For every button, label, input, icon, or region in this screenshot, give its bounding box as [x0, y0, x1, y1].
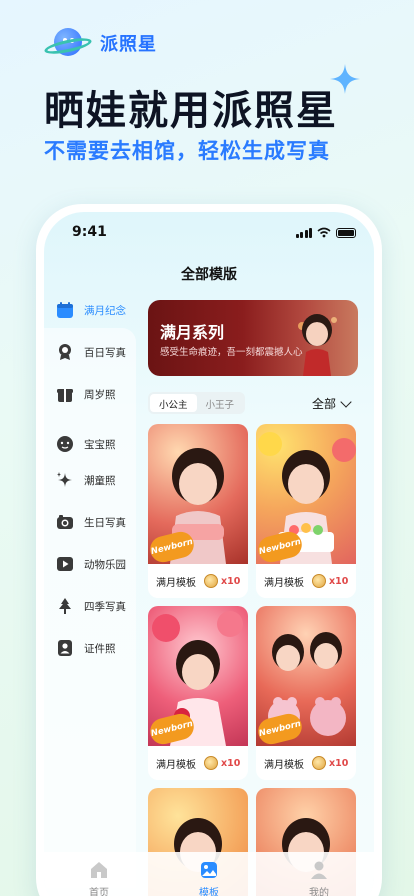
- app-screen: 9:41 全部模版 满月纪念 百日写真 周岁照 宝宝照 潮童照 生日写真 动物乐…: [44, 212, 374, 896]
- tab-label: 我的: [309, 888, 329, 896]
- coin-icon: [204, 756, 218, 770]
- coin-icon: [312, 574, 326, 588]
- tab-label: 模板: [199, 888, 219, 896]
- category-sidebar: 满月纪念 百日写真 周岁照 宝宝照 潮童照 生日写真 动物乐园 四季写真 证件照: [44, 292, 140, 896]
- banner-child-photo: [298, 314, 337, 376]
- sidebar-item-label: 周岁照: [84, 388, 116, 401]
- template-price: x10: [329, 575, 349, 587]
- status-time: 9:41: [72, 224, 107, 240]
- planet-logo-icon: [43, 26, 93, 60]
- sidebar-item-trendy-kids[interactable]: 潮童照: [56, 468, 116, 492]
- template-price: x10: [221, 575, 241, 587]
- template-name: 满月模板: [264, 759, 304, 771]
- template-price: x10: [329, 757, 349, 769]
- tree-icon: [56, 597, 74, 615]
- sparkle-icon: [56, 471, 74, 489]
- banner-subtitle: 感受生命痕迹，吾一刻都震撼人心: [160, 347, 303, 358]
- gift-icon: [56, 385, 74, 403]
- template-photo: Newborn: [148, 606, 248, 747]
- coin-icon: [204, 574, 218, 588]
- chevron-down-icon: [340, 395, 352, 408]
- sidebar-item-first-birthday[interactable]: 周岁照: [56, 382, 116, 406]
- sidebar-item-label: 证件照: [84, 642, 116, 655]
- template-card[interactable]: Newborn 满月模板 x10: [256, 606, 356, 780]
- template-photo: Newborn: [148, 424, 248, 565]
- template-card[interactable]: Newborn 满月模板 x10: [148, 606, 248, 780]
- calendar-icon: [56, 301, 74, 319]
- series-banner[interactable]: 满月系列 感受生命痕迹，吾一刻都震撼人心: [148, 300, 358, 376]
- sidebar-item-id-photo[interactable]: 证件照: [56, 636, 116, 660]
- template-name: 满月模板: [156, 577, 196, 589]
- sidebar-item-label: 潮童照: [84, 474, 116, 487]
- tab-label: 首页: [89, 888, 109, 896]
- camera-icon: [56, 513, 74, 531]
- signal-icon: [295, 227, 312, 238]
- sidebar-item-label: 满月纪念: [84, 304, 126, 317]
- sparkle-icon: [330, 64, 360, 94]
- filter-dropdown[interactable]: 全部: [312, 395, 352, 412]
- sidebar-item-birthday[interactable]: 生日写真: [56, 510, 126, 534]
- tab-bar: 首页 模板 我的: [44, 852, 374, 896]
- status-bar: 9:41: [44, 224, 374, 244]
- sidebar-item-label: 百日写真: [84, 346, 126, 359]
- phone-mockup: 9:41 全部模版 满月纪念 百日写真 周岁照 宝宝照 潮童照 生日写真 动物乐…: [36, 204, 382, 896]
- tab-mine[interactable]: 我的: [289, 860, 349, 896]
- sidebar-item-four-seasons[interactable]: 四季写真: [56, 594, 126, 618]
- template-card[interactable]: Newborn 满月模板 x10: [148, 424, 248, 598]
- sidebar-item-label: 生日写真: [84, 516, 126, 529]
- banner-title: 满月系列: [160, 323, 225, 342]
- sidebar-item-animal-park[interactable]: 动物乐园: [56, 552, 126, 576]
- segment-princess[interactable]: 小公主: [150, 394, 197, 412]
- template-name: 满月模板: [264, 577, 304, 589]
- sidebar-item-hundred-days[interactable]: 百日写真: [56, 340, 126, 364]
- template-card[interactable]: Newborn 满月模板 x10: [256, 424, 356, 598]
- template-photo: Newborn: [256, 424, 356, 565]
- promo-subline: 不需要去相馆，轻松生成写真: [44, 139, 330, 163]
- brand-name: 派照星: [100, 34, 157, 55]
- sidebar-item-label: 宝宝照: [84, 438, 116, 451]
- wifi-icon: [317, 227, 331, 238]
- segment-prince[interactable]: 小王子: [197, 394, 244, 412]
- id-photo-icon: [56, 639, 74, 657]
- home-icon: [91, 862, 107, 878]
- template-photo: Newborn: [256, 606, 356, 747]
- template-price: x10: [221, 757, 241, 769]
- battery-icon: [336, 227, 356, 238]
- coin-icon: [312, 756, 326, 770]
- user-icon: [311, 861, 327, 879]
- play-icon: [56, 555, 74, 573]
- image-icon: [201, 862, 217, 878]
- tab-templates[interactable]: 模板: [179, 860, 239, 896]
- page-title: 全部模版: [181, 267, 237, 283]
- filter-label: 全部: [312, 397, 337, 411]
- brand: 派照星: [43, 26, 157, 60]
- baby-face-icon: [56, 435, 74, 453]
- sidebar-item-label: 四季写真: [84, 600, 126, 613]
- medal-icon: [56, 343, 74, 361]
- sidebar-item-label: 动物乐园: [84, 558, 126, 571]
- tab-home[interactable]: 首页: [69, 860, 129, 896]
- sidebar-item-full-moon[interactable]: 满月纪念: [56, 298, 126, 322]
- gender-segment: 小公主 小王子: [148, 392, 246, 414]
- promo-headline: 晒娃就用派照星: [44, 88, 338, 134]
- template-name: 满月模板: [156, 759, 196, 771]
- sidebar-item-baby[interactable]: 宝宝照: [56, 432, 116, 456]
